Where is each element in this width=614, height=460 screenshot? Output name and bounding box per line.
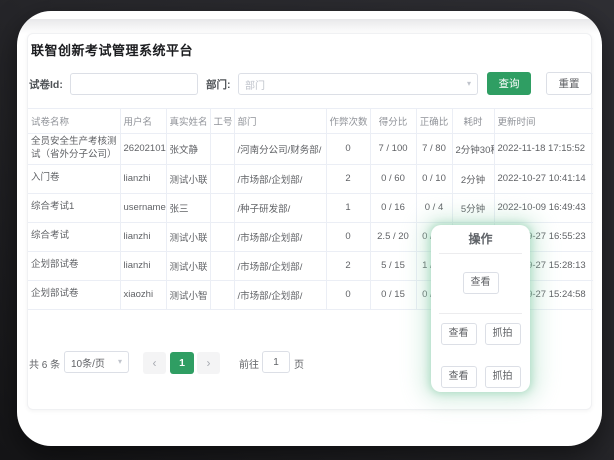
dept-select[interactable]: 部门 ▾ <box>238 73 478 95</box>
cell-time: 5分钟 <box>452 193 494 222</box>
cell-username: 26202101 <box>120 134 166 165</box>
view-button[interactable]: 查看 <box>463 272 499 294</box>
view-button[interactable]: 查看 <box>441 366 477 388</box>
cell-cheats: 0 <box>326 134 370 165</box>
cell-realname: 测试小联 <box>166 251 210 280</box>
column-header: 更新时间 <box>494 109 593 134</box>
column-header: 得分比 <box>370 109 416 134</box>
cell-score: 0 / 16 <box>370 193 416 222</box>
cell-name: 全员安全生产考核测试（省外分子公司） <box>28 134 120 165</box>
cell-correct: 7 / 80 <box>416 134 452 165</box>
table-row: 全员安全生产考核测试（省外分子公司）26202101张文静/河南分公司/财务部/… <box>28 134 593 165</box>
cell-score: 2.5 / 20 <box>370 222 416 251</box>
page-size-select[interactable]: 10条/页 ▾ <box>64 351 129 373</box>
cell-job_no <box>210 134 234 165</box>
cell-realname: 张文静 <box>166 134 210 165</box>
cell-time: 2分钟30秒 <box>452 134 494 165</box>
cell-dept: /市场部/企划部/ <box>234 251 326 280</box>
column-header: 作弊次数 <box>326 109 370 134</box>
cell-job_no <box>210 164 234 193</box>
cell-updated: 2022-10-27 10:41:14 <box>494 164 593 193</box>
search-button[interactable]: 查询 <box>487 72 531 95</box>
exam-id-label: 试卷Id: <box>29 77 63 92</box>
cell-time: 2分钟 <box>452 164 494 193</box>
dept-select-placeholder: 部门 <box>245 77 265 92</box>
cell-cheats: 0 <box>326 280 370 309</box>
column-header: 试卷名称 <box>28 109 120 134</box>
column-header: 部门 <box>234 109 326 134</box>
page-size-value: 10条/页 <box>71 355 105 370</box>
cell-dept: /市场部/企划部/ <box>234 164 326 193</box>
cell-dept: /河南分公司/财务部/ <box>234 134 326 165</box>
divider <box>439 253 522 254</box>
column-header: 工号 <box>210 109 234 134</box>
cell-updated: 2022-10-09 16:49:43 <box>494 193 593 222</box>
chevron-down-icon: ▾ <box>467 80 471 88</box>
dept-label: 部门: <box>206 77 231 92</box>
cell-score: 7 / 100 <box>370 134 416 165</box>
total-count: 共 6 条 <box>29 356 60 371</box>
column-header: 正确比 <box>416 109 452 134</box>
cell-job_no <box>210 222 234 251</box>
cell-dept: /市场部/企划部/ <box>234 280 326 309</box>
reset-button[interactable]: 重置 <box>546 72 592 95</box>
cell-score: 5 / 15 <box>370 251 416 280</box>
page-unit-label: 页 <box>294 356 304 371</box>
actions-popup: 操作 查看查看抓拍查看抓拍 <box>431 225 530 392</box>
cell-username: lianzhi <box>120 251 166 280</box>
cell-cheats: 1 <box>326 193 370 222</box>
goto-label: 前往 <box>239 356 259 371</box>
exam-id-input[interactable] <box>70 73 198 95</box>
cell-cheats: 2 <box>326 251 370 280</box>
cell-name: 企划部试卷 <box>28 280 120 309</box>
cell-dept: /市场部/企划部/ <box>234 222 326 251</box>
cell-name: 企划部试卷 <box>28 251 120 280</box>
popup-action-row: 查看抓拍 <box>431 366 530 388</box>
cell-realname: 张三 <box>166 193 210 222</box>
cell-realname: 测试小联 <box>166 164 210 193</box>
capture-button[interactable]: 抓拍 <box>485 323 521 345</box>
table-header-row: 试卷名称用户名真实姓名工号部门作弊次数得分比正确比耗时更新时间 <box>28 109 593 134</box>
capture-button[interactable]: 抓拍 <box>485 366 521 388</box>
prev-page-button[interactable]: ‹ <box>143 352 166 374</box>
next-page-button[interactable]: › <box>197 352 220 374</box>
column-header: 用户名 <box>120 109 166 134</box>
cell-name: 入门卷 <box>28 164 120 193</box>
desktop-background: 联智创新考试管理系统平台 试卷Id: 部门: 部门 ▾ 查询 重置 试卷名称用户… <box>0 0 614 460</box>
cell-score: 0 / 60 <box>370 164 416 193</box>
cell-name: 综合考试1 <box>28 193 120 222</box>
cell-job_no <box>210 251 234 280</box>
cell-dept: /种子研发部/ <box>234 193 326 222</box>
cell-job_no <box>210 280 234 309</box>
view-button[interactable]: 查看 <box>441 323 477 345</box>
page-number-button[interactable]: 1 <box>170 352 194 374</box>
cell-username: lianzhi <box>120 164 166 193</box>
cell-score: 0 / 15 <box>370 280 416 309</box>
cell-username: lianzhi <box>120 222 166 251</box>
chevron-down-icon: ▾ <box>118 358 122 366</box>
divider <box>439 313 522 314</box>
cell-updated: 2022-11-18 17:15:52 <box>494 134 593 165</box>
popup-action-row: 查看抓拍 <box>431 323 530 345</box>
cell-correct: 0 / 4 <box>416 193 452 222</box>
table-row: 综合考试1username张三/种子研发部/10 / 160 / 45分钟202… <box>28 193 593 222</box>
cell-username: username <box>120 193 166 222</box>
cell-cheats: 2 <box>326 164 370 193</box>
goto-page-input[interactable] <box>262 351 290 373</box>
actions-popup-title: 操作 <box>431 232 530 246</box>
cell-username: xiaozhi <box>120 280 166 309</box>
window-top-band <box>17 19 602 34</box>
page-title: 联智创新考试管理系统平台 <box>31 40 193 59</box>
table-row: 入门卷lianzhi测试小联/市场部/企划部/20 / 600 / 102分钟2… <box>28 164 593 193</box>
cell-cheats: 0 <box>326 222 370 251</box>
column-header: 耗时 <box>452 109 494 134</box>
popup-action-row: 查看 <box>431 272 530 294</box>
cell-correct: 0 / 10 <box>416 164 452 193</box>
cell-job_no <box>210 193 234 222</box>
cell-realname: 测试小联 <box>166 222 210 251</box>
cell-name: 综合考试 <box>28 222 120 251</box>
column-header: 真实姓名 <box>166 109 210 134</box>
cell-realname: 测试小智 <box>166 280 210 309</box>
